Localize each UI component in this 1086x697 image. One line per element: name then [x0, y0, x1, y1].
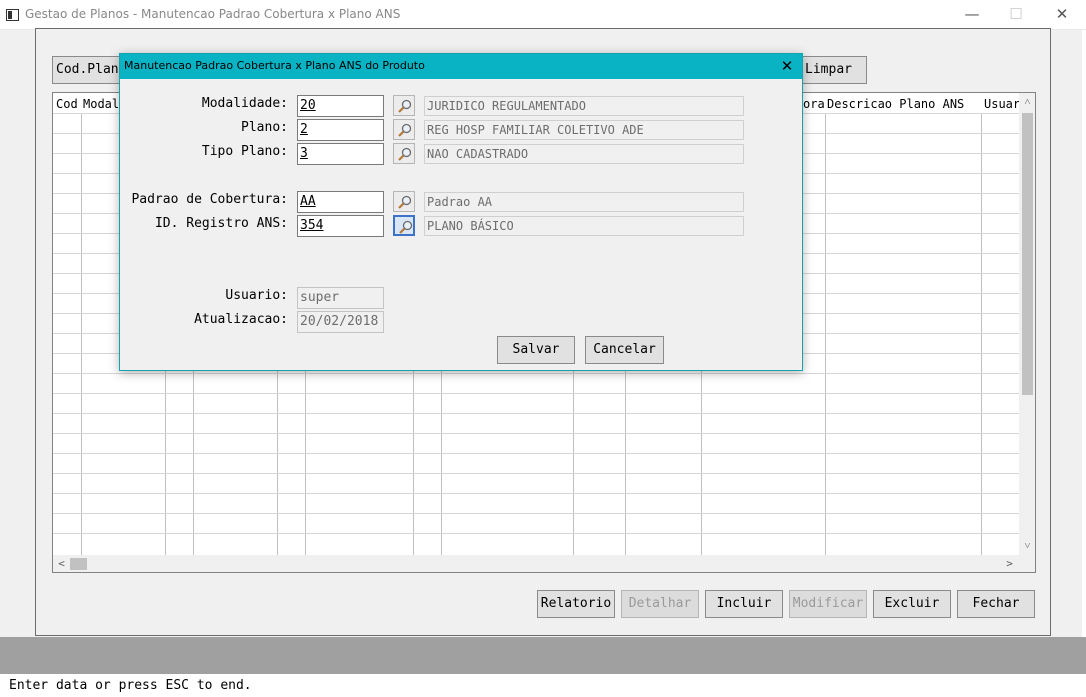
registro-ans-description: PLANO BÁSICO — [424, 216, 744, 236]
table-row[interactable] — [53, 533, 1019, 534]
window-titlebar: Gestao de Planos - Manutencao Padrao Cob… — [0, 0, 1086, 30]
col-header-ora[interactable]: ora — [803, 97, 825, 111]
table-row[interactable] — [53, 413, 1019, 414]
scroll-down-icon[interactable]: ˅ — [1019, 539, 1035, 552]
table-row[interactable] — [53, 473, 1019, 474]
atualizacao-field: 20/02/2018 — [297, 311, 384, 333]
relatorio-button[interactable]: Relatorio — [537, 590, 615, 618]
plano-lookup-button[interactable] — [393, 119, 415, 140]
registro-ans-lookup-button[interactable] — [393, 215, 415, 236]
app-icon — [6, 9, 19, 21]
status-bar — [0, 637, 1086, 674]
padrao-cobertura-label: Padrao de Cobertura: — [131, 192, 288, 207]
vertical-scroll-thumb[interactable] — [1022, 113, 1033, 395]
tipo-plano-input[interactable]: 3 — [297, 143, 384, 165]
column-divider — [981, 113, 982, 555]
table-row[interactable] — [53, 453, 1019, 454]
search-icon — [398, 123, 412, 137]
search-icon — [398, 195, 412, 209]
fechar-button[interactable]: Fechar — [957, 590, 1035, 618]
atualizacao-label: Atualizacao: — [194, 312, 288, 327]
modalidade-label: Modalidade: — [201, 96, 288, 111]
padrao-cobertura-input[interactable]: AA — [297, 191, 384, 213]
scroll-right-icon[interactable]: > — [1001, 557, 1018, 570]
search-icon — [398, 99, 412, 113]
plano-description: REG HOSP FAMILIAR COLETIVO ADE — [424, 120, 744, 140]
salvar-button[interactable]: Salvar — [497, 336, 575, 364]
plano-input[interactable]: 2 — [297, 119, 384, 141]
tipo-plano-label: Tipo Plano: — [201, 144, 288, 159]
incluir-button[interactable]: Incluir — [705, 590, 783, 618]
table-row[interactable] — [53, 433, 1019, 434]
col-header-descricao-plano-ans[interactable]: Descricao Plano ANS — [827, 97, 964, 111]
padrao-cobertura-dialog: Manutencao Padrao Cobertura x Plano ANS … — [119, 53, 803, 371]
dialog-title: Manutencao Padrao Cobertura x Plano ANS … — [124, 59, 425, 72]
maximize-button[interactable]: ☐ — [1006, 6, 1026, 24]
cancelar-button[interactable]: Cancelar — [585, 336, 664, 364]
table-row[interactable] — [53, 513, 1019, 514]
dialog-titlebar: Manutencao Padrao Cobertura x Plano ANS … — [120, 54, 802, 79]
modalidade-description: JURIDICO REGULAMENTADO — [424, 96, 744, 116]
horizontal-scroll-thumb[interactable] — [70, 558, 87, 570]
padrao-cobertura-description: Padrao AA — [424, 192, 744, 212]
close-window-button[interactable]: ✕ — [1052, 6, 1072, 24]
dialog-close-button[interactable]: ✕ — [776, 56, 798, 76]
detalhar-button[interactable]: Detalhar — [621, 590, 699, 618]
status-message: Enter data or press ESC to end. — [0, 674, 1086, 697]
minimize-button[interactable]: — — [962, 6, 982, 24]
table-row[interactable] — [53, 393, 1019, 394]
padrao-cobertura-lookup-button[interactable] — [393, 191, 415, 212]
window-edge — [1082, 30, 1086, 640]
table-row[interactable] — [53, 373, 1019, 374]
modalidade-input[interactable]: 20 — [297, 95, 384, 117]
tipo-plano-description: NAO CADASTRADO — [424, 144, 744, 164]
col-header-modal[interactable]: Modal — [83, 97, 119, 111]
search-icon — [399, 220, 413, 234]
registro-ans-input[interactable]: 354 — [297, 215, 384, 237]
usuario-label: Usuario: — [225, 288, 288, 303]
table-row[interactable] — [53, 493, 1019, 494]
plano-label: Plano: — [241, 120, 288, 135]
horizontal-scrollbar[interactable]: < > — [53, 555, 1035, 572]
registro-ans-label: ID. Registro ANS: — [154, 216, 288, 231]
search-icon — [398, 147, 412, 161]
usuario-field: super — [297, 287, 384, 309]
column-divider — [825, 113, 826, 555]
scroll-up-icon[interactable]: ˄ — [1019, 95, 1035, 108]
col-header-cod[interactable]: Cod — [56, 97, 78, 111]
modalidade-lookup-button[interactable] — [393, 95, 415, 116]
scroll-left-icon[interactable]: < — [53, 557, 70, 570]
tipo-plano-lookup-button[interactable] — [393, 143, 415, 164]
modificar-button[interactable]: Modificar — [789, 590, 867, 618]
col-header-usuario[interactable]: Usuar — [984, 97, 1020, 111]
excluir-button[interactable]: Excluir — [873, 590, 951, 618]
window-title: Gestao de Planos - Manutencao Padrao Cob… — [25, 7, 401, 21]
column-divider — [81, 113, 82, 555]
vertical-scrollbar[interactable]: ˄ ˅ — [1019, 93, 1035, 555]
